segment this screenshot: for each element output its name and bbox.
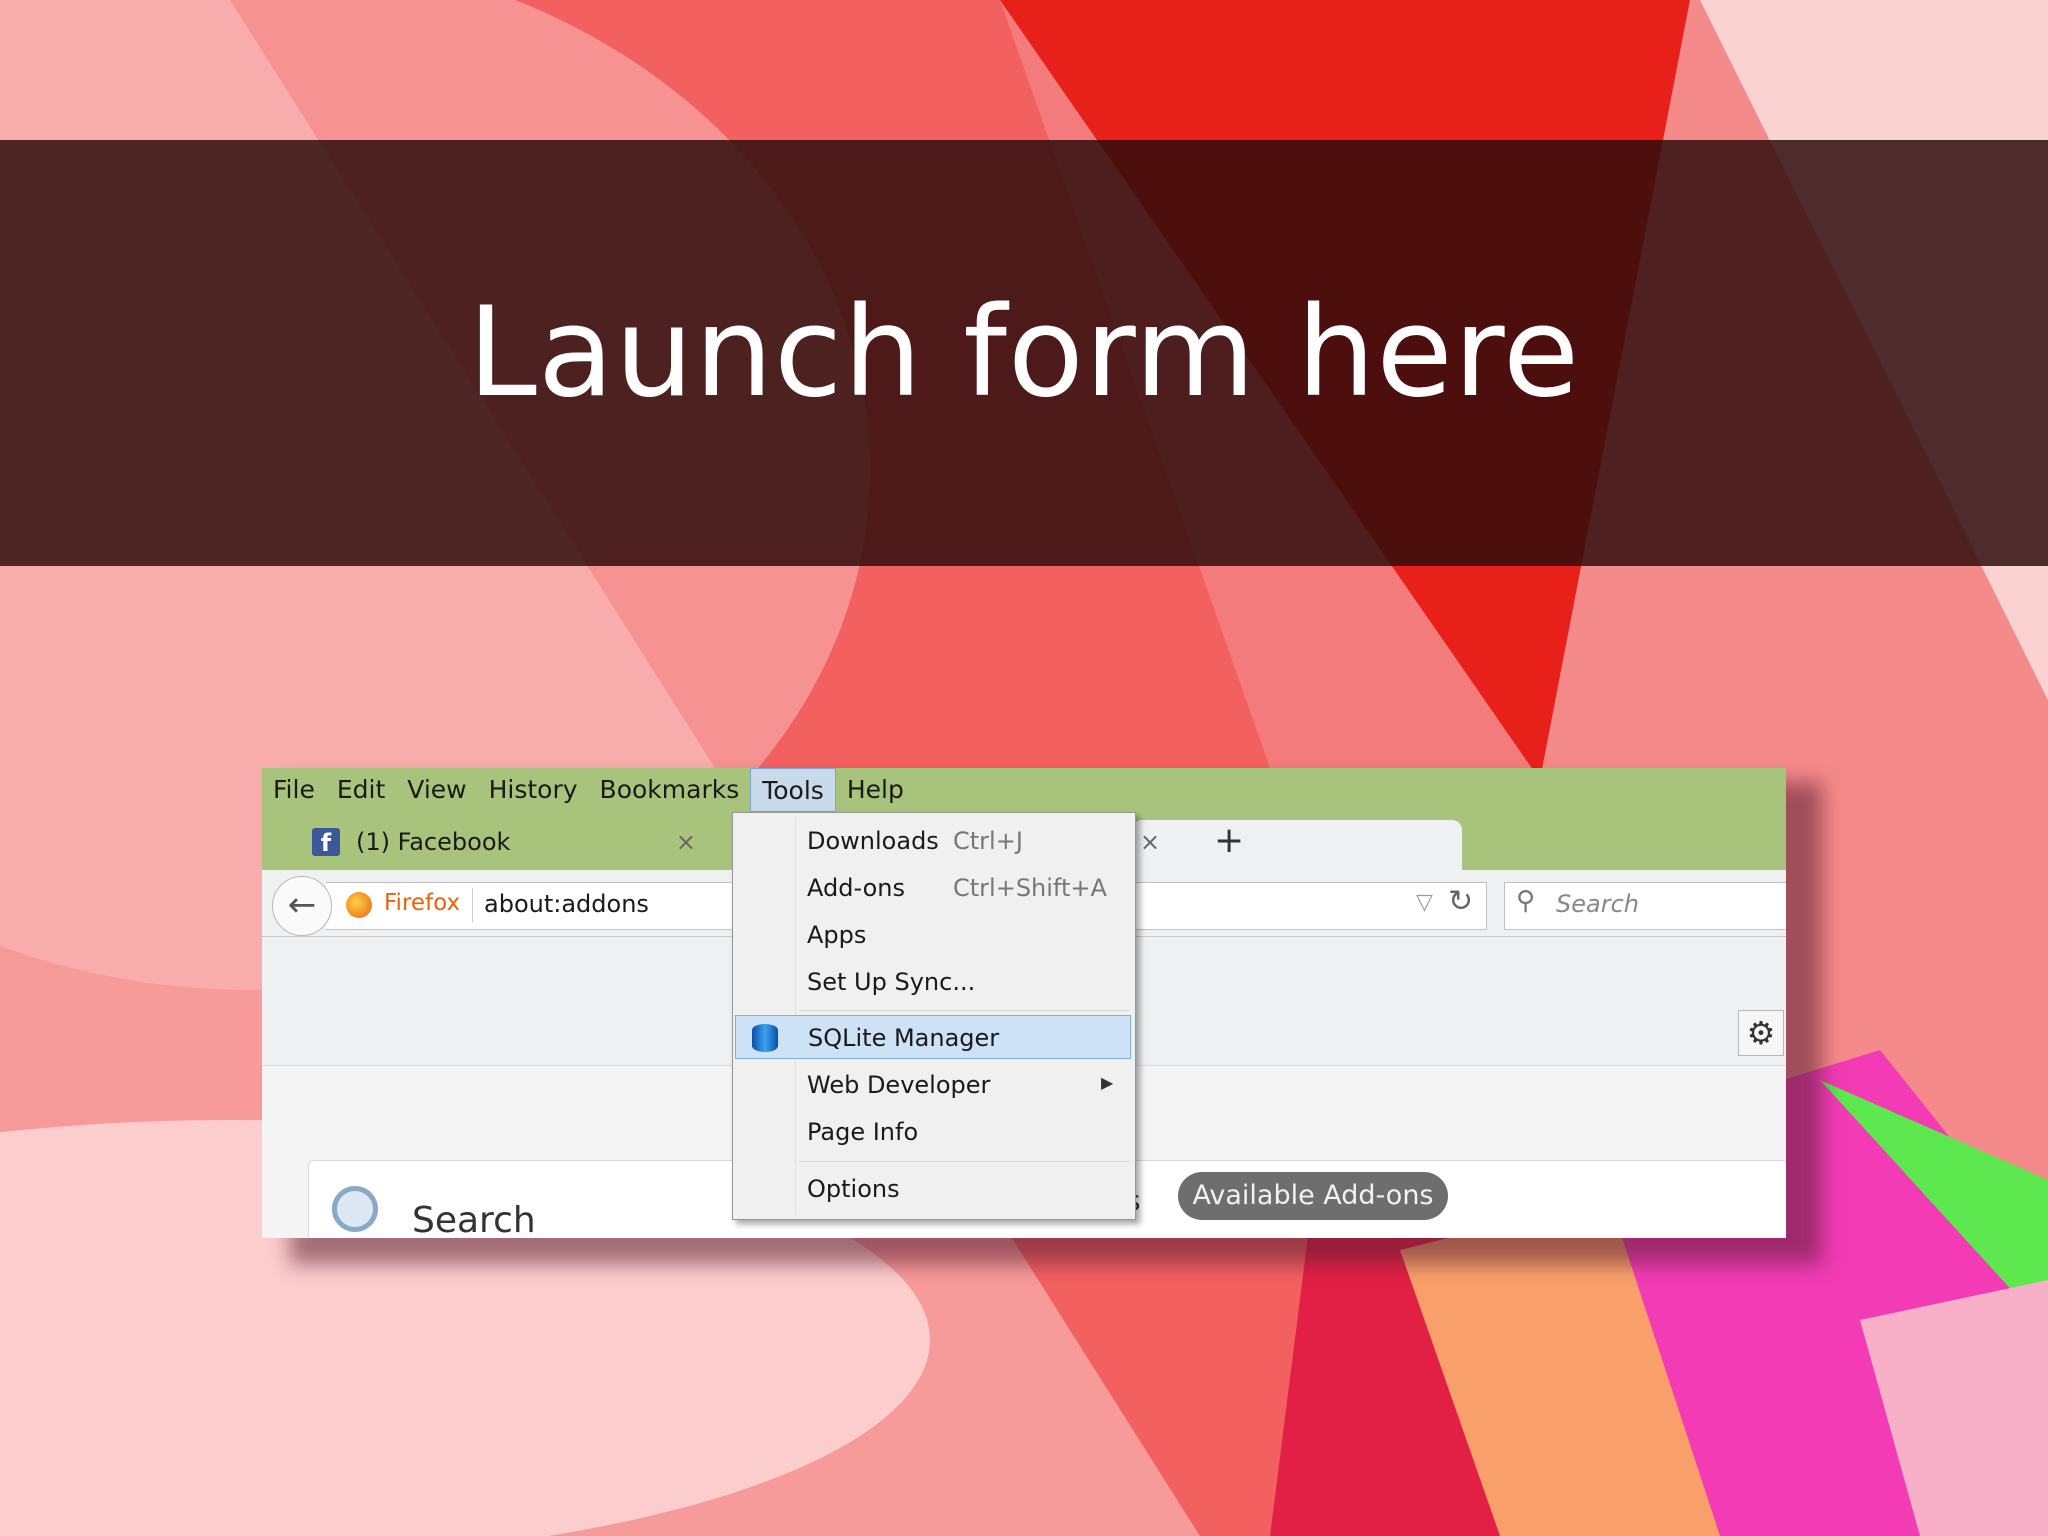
menu-file[interactable]: File [262,768,326,812]
facebook-icon: f [312,828,340,857]
menu-history[interactable]: History [478,768,589,812]
search-placeholder: Search [1556,890,1639,918]
menu-edit[interactable]: Edit [326,768,396,812]
reload-icon[interactable]: ↻ [1448,884,1473,919]
menu-item-label: SQLite Manager [808,1024,1000,1052]
menu-bar: File Edit View History Bookmarks Tools H… [262,768,1786,812]
menu-item-addons[interactable]: Add-ons Ctrl+Shift+A [735,866,1131,910]
tab-facebook[interactable]: f (1) Facebook × [276,814,706,870]
menu-tools[interactable]: Tools [750,768,836,812]
menu-item-label: Options [807,1175,900,1203]
identity-label: Firefox [384,890,461,916]
menu-item-shortcut: Ctrl+Shift+A [953,874,1107,902]
firefox-icon [346,892,372,918]
menu-item-label: Set Up Sync... [807,968,976,996]
menu-item-options[interactable]: Options [735,1167,1131,1211]
menu-item-sqlite-manager[interactable]: SQLite Manager [735,1015,1131,1059]
menu-item-downloads[interactable]: Downloads Ctrl+J [735,819,1131,863]
menu-item-label: Web Developer [807,1071,991,1099]
menu-view[interactable]: View [396,768,477,812]
menu-item-label: Downloads [807,827,939,855]
new-tab-button[interactable]: + [1214,820,1244,861]
menu-item-label: Apps [807,921,867,949]
tab-label: (1) Facebook [356,828,511,856]
back-arrow-icon: ← [287,885,317,925]
database-icon [752,1024,778,1052]
menu-help[interactable]: Help [836,768,915,812]
slide-title: Launch form here [467,281,1581,425]
gear-icon[interactable]: ⚙ [1738,1010,1784,1056]
back-button[interactable]: ← [272,876,332,936]
available-addons-button[interactable]: Available Add-ons [1178,1172,1448,1220]
menu-item-web-developer[interactable]: Web Developer ▶ [735,1063,1131,1107]
search-input[interactable] [1504,882,1786,930]
menu-item-label: Add-ons [807,874,905,902]
menu-bookmarks[interactable]: Bookmarks [589,768,751,812]
search-icon: ⚲ [1516,886,1536,916]
menu-item-apps[interactable]: Apps [735,913,1131,957]
menu-item-shortcut: Ctrl+J [953,827,1023,855]
url-dropdown-icon[interactable]: ▽ [1416,890,1433,915]
addons-search-label: Search [412,1200,536,1238]
menu-item-setup-sync[interactable]: Set Up Sync... [735,960,1131,1004]
close-tab-icon[interactable]: × [1140,828,1160,856]
menu-item-label: Page Info [807,1118,919,1146]
url-separator [472,888,473,922]
magnifier-icon [332,1186,378,1232]
close-tab-icon[interactable]: × [676,828,696,856]
menu-separator [799,1010,1129,1011]
submenu-arrow-icon: ▶ [1101,1073,1114,1092]
tab-addons[interactable] [1132,820,1462,872]
menu-item-page-info[interactable]: Page Info [735,1110,1131,1154]
menu-separator [799,1161,1129,1162]
url-text[interactable]: about:addons [484,890,649,918]
tools-menu: Downloads Ctrl+J Add-ons Ctrl+Shift+A Ap… [732,812,1136,1220]
